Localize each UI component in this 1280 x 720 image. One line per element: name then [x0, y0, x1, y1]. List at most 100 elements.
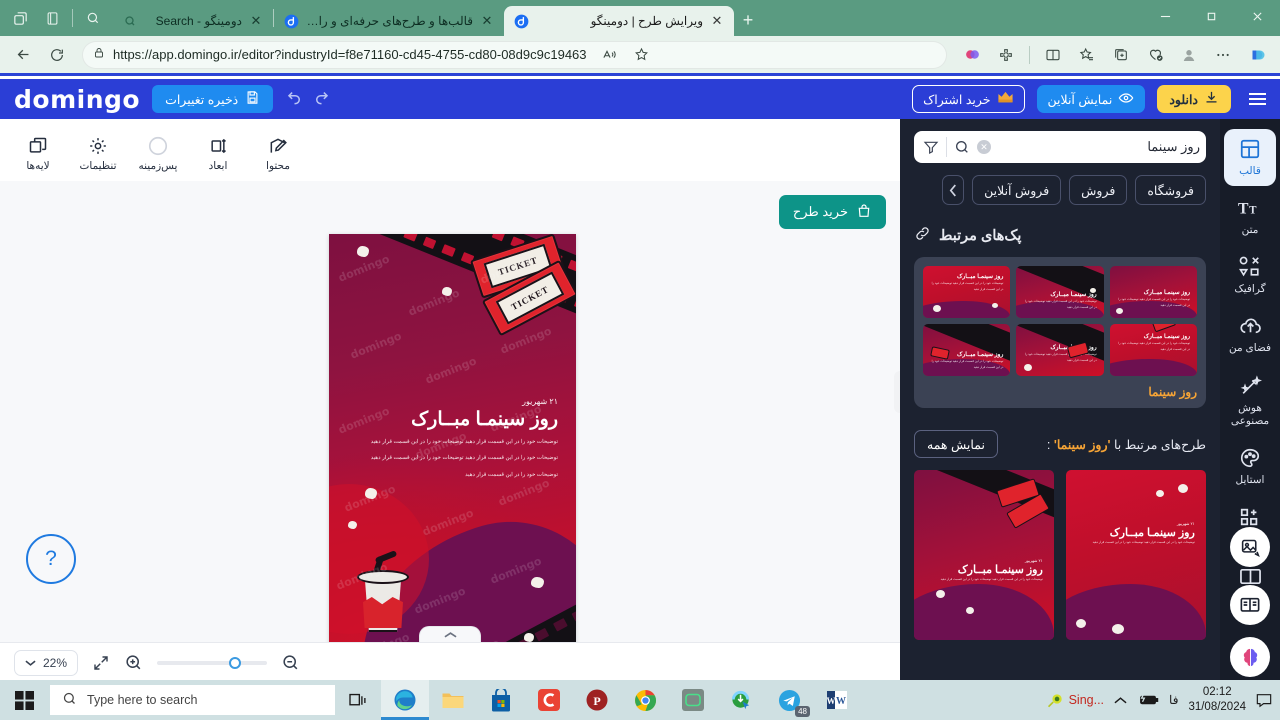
taskbar-app-google-chrome[interactable] — [621, 680, 669, 720]
zoom-out-icon[interactable] — [281, 653, 300, 672]
zoom-in-icon[interactable] — [124, 653, 143, 672]
clear-search-icon[interactable]: ✕ — [977, 140, 991, 154]
pack-thumbnail[interactable]: روز سینمـا مبــارکتوضیحات خود را در این … — [923, 266, 1011, 318]
notification-center-icon[interactable] — [1256, 693, 1272, 708]
restore-icon[interactable] — [1188, 0, 1234, 32]
tray-singbox-item[interactable]: Sing... — [1047, 692, 1104, 709]
search-input[interactable] — [995, 139, 1200, 155]
buy-subscription-button[interactable]: خرید اشتراک — [912, 85, 1025, 113]
related-pack-card[interactable]: روز سینمـا مبــارک توضیحات خود را در این … — [914, 257, 1206, 408]
taskbar-app-camtasia[interactable] — [525, 680, 573, 720]
rail-item-my-space[interactable]: فضای من — [1224, 306, 1276, 363]
tab-close-icon[interactable]: ✕ — [248, 13, 264, 29]
domingo-logo[interactable]: domingo — [14, 87, 140, 112]
pack-thumbnail[interactable]: روز سینمـا مبــارکتوضیحات خود را در این … — [1109, 324, 1197, 376]
canvas-workspace[interactable]: خرید طرح TICKET TICKET ۲۱ شهریور روز سین… — [0, 181, 912, 674]
browser-tab-2[interactable]: ✕ قالب‌ها و طرح‌های حرفه‌ای و رایگان | — [274, 6, 504, 36]
copilot-sidebar-icon[interactable] — [1242, 40, 1272, 70]
address-bar[interactable]: https://app.domingo.ir/editor?industryId… — [82, 40, 947, 70]
toolbar-item-layers[interactable]: لایه‌ها — [10, 135, 66, 172]
menu-hamburger-icon[interactable] — [1249, 93, 1266, 105]
favorite-star-icon[interactable] — [627, 40, 657, 70]
tag-sale[interactable]: فروش — [1069, 175, 1128, 205]
online-preview-button[interactable]: نمایش آنلاین — [1036, 85, 1146, 113]
new-tab-button[interactable]: + — [734, 6, 762, 34]
minimize-icon[interactable] — [1142, 0, 1188, 32]
undo-icon[interactable] — [285, 87, 304, 111]
canvas-panel-expand-handle[interactable] — [419, 626, 481, 642]
search-icon[interactable] — [951, 139, 973, 155]
pack-thumb-headline: روز سینمـا مبــارک — [956, 274, 1004, 281]
copilot-brain-icon[interactable] — [957, 40, 987, 70]
tag-online-sale[interactable]: فروش آنلاین — [972, 175, 1062, 205]
design-thumbnail[interactable]: ۲۱ شهریور روز سینمـا مبــارک توضیحات خود… — [1066, 470, 1206, 640]
tab-search-icon[interactable] — [79, 4, 107, 32]
ai-brain-fab[interactable] — [1230, 637, 1270, 677]
toolbar-item-background[interactable]: پس‌زمینه — [130, 135, 186, 172]
taskbar-app-potplayer[interactable]: P — [573, 680, 621, 720]
rail-item-ai[interactable]: هوش مصنوعی — [1224, 366, 1276, 436]
taskbar-app-file-explorer[interactable] — [429, 680, 477, 720]
toolbar-item-settings[interactable]: تنظیمات — [70, 135, 126, 172]
profile-avatar-icon[interactable] — [1174, 40, 1204, 70]
language-indicator[interactable]: فا — [1169, 693, 1178, 707]
show-all-button[interactable]: نمایش همه — [914, 430, 998, 458]
design-thumbnail[interactable]: ۲۱ شهریور روز سینمـا مبــارک توضیحات خود… — [914, 470, 1054, 640]
tab-actions-icon[interactable] — [38, 4, 66, 32]
toolbar-item-dimensions[interactable]: ابعاد — [190, 135, 246, 172]
taskbar-app-green-app[interactable] — [669, 680, 717, 720]
rail-item-template[interactable]: قالب — [1224, 129, 1276, 187]
guide-book-fab[interactable] — [1230, 585, 1270, 625]
zoom-slider[interactable] — [157, 656, 268, 669]
taskbar-app-microsoft-store[interactable] — [477, 680, 525, 720]
browser-tab-3-active[interactable]: ✕ ویرایش طرح | دومینگو — [504, 6, 734, 36]
browser-tab-1[interactable]: ✕ دومینگو - Search — [113, 6, 273, 36]
tray-expand-icon[interactable] — [1114, 696, 1127, 705]
workspaces-icon[interactable] — [6, 4, 34, 32]
poster-text-block[interactable]: ۲۱ شهریور روز سینمـا مبــارک توضیحات خود… — [347, 397, 558, 480]
collections-icon[interactable] — [1106, 40, 1136, 70]
split-screen-icon[interactable] — [1038, 40, 1068, 70]
image-tool-fab[interactable] — [1230, 527, 1270, 567]
tags-prev-arrow-icon[interactable] — [942, 175, 965, 205]
taskbar-clock[interactable]: 02:12 31/08/2024 — [1188, 685, 1246, 715]
close-icon[interactable] — [1234, 0, 1280, 32]
rail-item-text[interactable]: TT متن — [1224, 188, 1276, 245]
read-aloud-icon[interactable] — [595, 40, 625, 70]
back-icon[interactable] — [8, 40, 38, 70]
fit-to-screen-icon[interactable] — [92, 654, 110, 672]
tab-close-icon[interactable]: ✕ — [479, 13, 495, 29]
pack-thumbnail[interactable]: روز سینمـا مبــارکتوضیحات خود را در این … — [1016, 266, 1104, 318]
settings-more-icon[interactable] — [1208, 40, 1238, 70]
task-view-button[interactable] — [335, 680, 381, 720]
help-button[interactable]: ? — [26, 534, 76, 584]
template-search-bar[interactable]: ✕ — [914, 131, 1206, 163]
rail-item-style[interactable]: استایل — [1224, 438, 1276, 495]
taskbar-app-internet-download-manager[interactable] — [717, 680, 765, 720]
favorites-icon[interactable] — [1072, 40, 1102, 70]
save-changes-button[interactable]: ذخیره تغییرات — [152, 85, 274, 113]
design-canvas-poster[interactable]: TICKET TICKET ۲۱ شهریور روز سینمـا مبــا… — [329, 234, 576, 674]
start-button[interactable] — [0, 680, 48, 720]
taskbar-app-microsoft-edge[interactable] — [381, 680, 429, 720]
pack-thumbnail[interactable]: روز سینمـا مبــارکتوضیحات خود را در این … — [1109, 266, 1197, 318]
battery-charging-icon[interactable] — [1137, 693, 1159, 707]
buy-design-button[interactable]: خرید طرح — [778, 195, 886, 229]
tag-shop[interactable]: فروشگاه — [1135, 175, 1206, 205]
toolbar-item-content[interactable]: محتوا — [250, 135, 306, 172]
browser-essentials-icon[interactable] — [1140, 40, 1170, 70]
pack-thumbnail[interactable]: روز سینمـا مبــارکتوضیحات خود را در این … — [1016, 324, 1104, 376]
tab-close-icon[interactable]: ✕ — [709, 13, 725, 29]
download-button[interactable]: دانلود — [1157, 85, 1231, 113]
extensions-icon[interactable] — [991, 40, 1021, 70]
redo-icon[interactable] — [312, 87, 331, 111]
taskbar-search-box[interactable]: Type here to search — [50, 685, 335, 715]
zoom-slider-handle[interactable] — [229, 656, 242, 669]
zoom-level-selector[interactable]: 22% — [14, 649, 79, 676]
taskbar-app-telegram[interactable]: 48 — [765, 680, 813, 720]
reload-icon[interactable] — [42, 40, 72, 70]
taskbar-app-microsoft-word[interactable]: WW — [813, 680, 861, 720]
pack-thumbnail[interactable]: روز سینمـا مبــارکتوضیحات خود را در این … — [923, 324, 1011, 376]
filter-icon[interactable] — [920, 139, 942, 155]
rail-item-graphics[interactable]: گرافیک — [1224, 247, 1276, 304]
